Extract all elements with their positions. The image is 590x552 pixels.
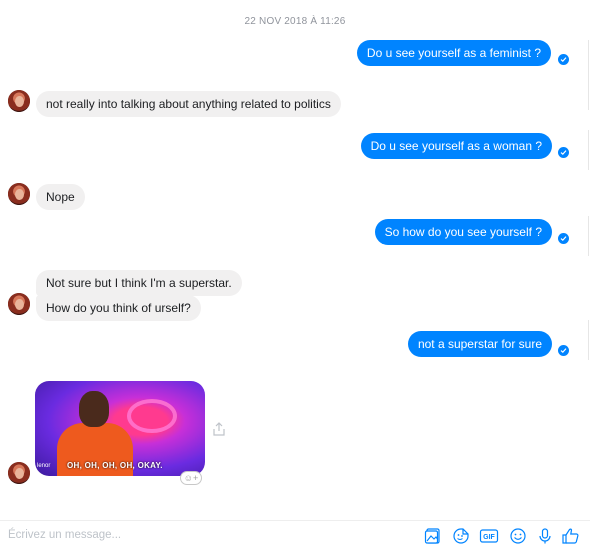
message-outgoing[interactable]: not a superstar for sure: [407, 331, 552, 357]
scroll-edge: [588, 40, 589, 110]
scroll-edge: [588, 320, 589, 360]
add-reaction-icon[interactable]: ☺+: [180, 471, 202, 485]
sticker-icon[interactable]: [450, 525, 472, 547]
like-icon[interactable]: [560, 525, 582, 547]
message-input[interactable]: Écrivez un message...: [8, 529, 121, 541]
gif-person-head: [79, 391, 109, 427]
contact-avatar[interactable]: [8, 462, 30, 484]
scroll-edge: [588, 130, 589, 170]
seen-indicator-icon: [558, 147, 569, 158]
contact-avatar[interactable]: [8, 183, 30, 205]
message-outgoing[interactable]: Do u see yourself as a feminist ?: [356, 40, 551, 66]
gif-ring-graphic: [127, 399, 177, 433]
gif-message[interactable]: lenor OH, OH, OH, OH, OKAY.: [35, 381, 205, 476]
contact-avatar[interactable]: [8, 293, 30, 315]
conversation-date: 22 NOV 2018 À 11:26: [244, 16, 346, 27]
message-outgoing[interactable]: So how do you see yourself ?: [374, 219, 552, 245]
share-icon[interactable]: [211, 421, 227, 437]
microphone-icon[interactable]: [534, 525, 556, 547]
message-incoming[interactable]: How do you think of urself?: [36, 295, 201, 321]
seen-indicator-icon: [558, 345, 569, 356]
scroll-edge: [588, 216, 589, 256]
emoji-icon[interactable]: [507, 525, 529, 547]
contact-avatar[interactable]: [8, 90, 30, 112]
message-incoming[interactable]: Nope: [36, 184, 85, 210]
message-outgoing[interactable]: Do u see yourself as a woman ?: [360, 133, 552, 159]
message-incoming[interactable]: Not sure but I think I'm a superstar.: [36, 270, 242, 296]
image-icon[interactable]: [422, 525, 444, 547]
seen-indicator-icon: [558, 233, 569, 244]
gif-icon[interactable]: GIF: [478, 525, 500, 547]
svg-text:GIF: GIF: [483, 534, 495, 541]
message-incoming[interactable]: not really into talking about anything r…: [36, 91, 341, 117]
message-composer: Écrivez un message... GIF: [0, 520, 590, 552]
gif-small-caption: lenor: [37, 463, 51, 469]
seen-indicator-icon: [558, 54, 569, 65]
gif-caption: OH, OH, OH, OH, OKAY.: [67, 461, 163, 470]
